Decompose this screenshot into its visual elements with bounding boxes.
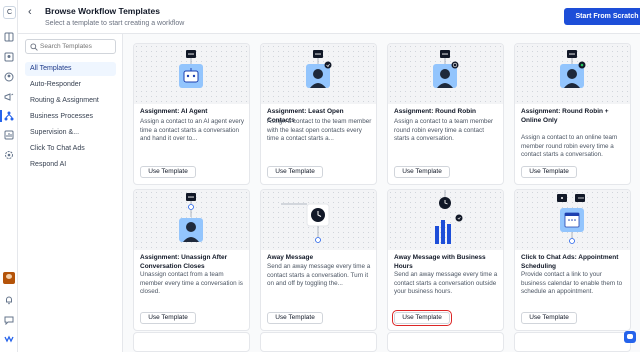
template-preview xyxy=(515,190,630,250)
notifications-icon[interactable] xyxy=(4,295,14,305)
workflows-icon[interactable] xyxy=(4,111,14,121)
template-card: Click to Chat Ads: Appointment Schedulin… xyxy=(514,189,631,331)
template-description: Provide contact a link to your business … xyxy=(521,271,623,295)
template-title: Assignment: Unassign After Conversation … xyxy=(140,254,228,270)
template-preview xyxy=(388,44,503,104)
settings-icon[interactable] xyxy=(4,150,14,160)
user-avatar[interactable] xyxy=(3,272,15,284)
template-card: Away Message with Business Hours Send an… xyxy=(387,189,504,331)
template-description: Assign a contact to a team member round … xyxy=(394,118,494,142)
template-preview xyxy=(261,44,376,104)
page-subtitle: Select a template to start creating a wo… xyxy=(45,20,185,27)
template-search-box[interactable] xyxy=(25,39,116,54)
template-title: Away Message xyxy=(267,254,314,261)
use-template-button[interactable]: Use Template xyxy=(140,312,196,324)
template-description: Unassign contact from a team member ever… xyxy=(140,271,243,295)
category-all-templates[interactable]: All Templates xyxy=(25,62,116,76)
agent-online-icon xyxy=(560,50,586,88)
template-preview xyxy=(515,44,630,104)
template-title: Assignment: Round Robin + Online Only xyxy=(521,108,609,124)
category-click-to-chat-ads[interactable]: Click To Chat Ads xyxy=(25,142,116,156)
template-card: Assignment: AI Agent Assign a contact to… xyxy=(133,43,250,185)
template-card-partial xyxy=(514,332,631,352)
template-card: Assignment: Round Robin Assign a contact… xyxy=(387,43,504,185)
template-title: Click to Chat Ads: Appointment Schedulin… xyxy=(521,254,619,270)
inbox-icon[interactable] xyxy=(4,32,14,42)
template-title: Assignment: AI Agent xyxy=(140,108,208,115)
template-description: Send an away message every time a contac… xyxy=(267,263,371,287)
category-supervision[interactable]: Supervision &... xyxy=(25,126,116,140)
page-header: ‹ Browse Workflow Templates Select a tem… xyxy=(18,0,640,34)
use-template-button[interactable]: Use Template xyxy=(267,166,323,178)
template-description: Assign a contact to the team member with… xyxy=(267,118,372,142)
app-root: C ‹ Browse Workflow Templates Select a t… xyxy=(0,0,640,352)
template-card: Assignment: Unassign After Conversation … xyxy=(133,189,250,331)
brand-logo-icon xyxy=(4,334,14,344)
broadcast-icon[interactable] xyxy=(4,92,14,102)
template-preview xyxy=(134,44,249,104)
back-chevron-icon[interactable]: ‹ xyxy=(28,6,38,18)
use-template-button[interactable]: Use Template xyxy=(521,166,577,178)
contacts-icon[interactable] xyxy=(4,52,14,62)
help-icon[interactable] xyxy=(4,315,14,325)
page-title: Browse Workflow Templates xyxy=(45,6,160,16)
template-card-partial xyxy=(260,332,377,352)
use-template-button[interactable]: Use Template xyxy=(392,310,452,326)
start-from-scratch-button[interactable]: Start From Scratch xyxy=(564,8,640,25)
template-category-sidebar: All Templates Auto-Responder Routing & A… xyxy=(18,34,123,352)
template-description: Send an away message every time a contac… xyxy=(394,271,498,295)
use-template-button[interactable]: Use Template xyxy=(521,312,577,324)
template-title: Assignment: Round Robin xyxy=(394,108,476,115)
search-icon xyxy=(30,43,38,51)
template-title: Away Message with Business Hours xyxy=(394,254,486,270)
ai-agent-robot-icon xyxy=(179,50,203,88)
template-card: Assignment: Round Robin + Online Only As… xyxy=(514,43,631,185)
category-respond-ai[interactable]: Respond AI xyxy=(25,158,116,172)
template-card: Away Message Send an away message every … xyxy=(260,189,377,331)
reports-icon[interactable] xyxy=(4,130,14,140)
template-card-partial xyxy=(387,332,504,352)
category-auto-responder[interactable]: Auto-Responder xyxy=(25,78,116,92)
left-nav-rail: C xyxy=(0,0,18,352)
clock-icon xyxy=(281,203,330,243)
agent-unassign-icon xyxy=(179,193,203,242)
template-preview xyxy=(261,190,376,250)
category-business-processes[interactable]: Business Processes xyxy=(25,110,116,124)
template-preview xyxy=(388,190,503,250)
template-preview xyxy=(134,190,249,250)
template-description: Assign a contact to an online team membe… xyxy=(521,134,618,158)
use-template-button[interactable]: Use Template xyxy=(394,166,450,178)
use-template-button[interactable]: Use Template xyxy=(267,312,323,324)
template-card: Assignment: Least Open Contacts Assign a… xyxy=(260,43,377,185)
profile-icon[interactable] xyxy=(4,72,14,82)
agent-headset-icon xyxy=(306,50,332,88)
chat-widget-icon[interactable] xyxy=(624,331,636,343)
category-routing-assignment[interactable]: Routing & Assignment xyxy=(25,94,116,108)
template-description: Assign a contact to an AI agent every ti… xyxy=(140,118,244,142)
template-grid: Assignment: AI Agent Assign a contact to… xyxy=(123,34,640,352)
workspace-switcher[interactable]: C xyxy=(3,6,16,19)
template-card-partial xyxy=(133,332,250,352)
calendar-icon xyxy=(557,194,585,244)
search-input[interactable] xyxy=(40,41,112,52)
agent-round-robin-icon xyxy=(433,50,459,88)
active-nav-indicator xyxy=(0,110,2,122)
use-template-button[interactable]: Use Template xyxy=(140,166,196,178)
business-hours-chart-icon xyxy=(435,190,463,244)
